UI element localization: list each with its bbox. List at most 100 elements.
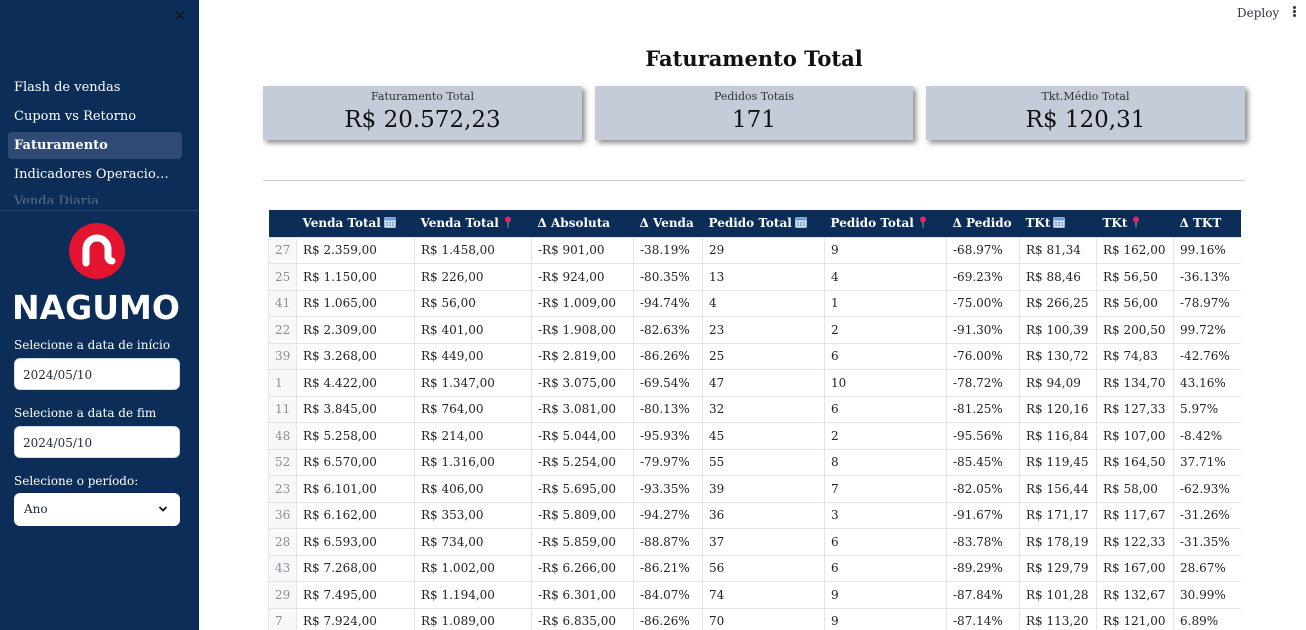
start-date-label: Selecione a data de início bbox=[14, 338, 171, 352]
table-cell: -78.72% bbox=[946, 369, 1020, 397]
table-cell: 74 bbox=[702, 581, 825, 609]
table-row[interactable]: 1 R$ 4.422,00 R$ 1.347,00 -R$ 3.075,00 -69.5… bbox=[268, 369, 1241, 397]
table-cell: R$ 107,00 bbox=[1096, 422, 1174, 450]
metric-label: Faturamento Total bbox=[371, 90, 474, 103]
calendar-icon bbox=[1053, 216, 1066, 231]
table-row[interactable]: 7 R$ 7.924,00 R$ 1.089,00 -R$ 6.835,00 -86.2… bbox=[268, 607, 1241, 630]
table-cell: R$ 56,00 bbox=[414, 289, 532, 317]
table-row[interactable]: 28 R$ 6.593,00 R$ 734,00 -R$ 5.859,00 -88.87… bbox=[268, 528, 1241, 556]
column-header[interactable]: Δ Absoluta bbox=[531, 210, 634, 237]
table-cell: R$ 56,00 bbox=[1096, 289, 1174, 317]
table-cell: R$ 6.570,00 bbox=[296, 448, 415, 476]
row-index-cell: 48 bbox=[268, 422, 297, 450]
deploy-button[interactable]: Deploy bbox=[1237, 6, 1279, 20]
start-date-input[interactable]: 2024/05/10 bbox=[14, 358, 180, 390]
table-header-row: Venda Total Venda Total Δ Absoluta Δ Venda P… bbox=[268, 210, 1241, 237]
column-header[interactable]: Δ Pedido bbox=[946, 210, 1020, 237]
table-cell: 7 bbox=[824, 475, 947, 503]
table-cell: 9 bbox=[824, 581, 947, 609]
metric-label: Pedidos Totais bbox=[713, 90, 795, 103]
table-row[interactable]: 36 R$ 6.162,00 R$ 353,00 -R$ 5.809,00 -94.27… bbox=[268, 501, 1241, 529]
table-cell: R$ 171,17 bbox=[1019, 501, 1097, 529]
table-cell: -86.26% bbox=[633, 607, 703, 630]
table-cell: R$ 734,00 bbox=[414, 528, 532, 556]
sidebar-item-indicadores-operacionais[interactable]: Indicadores Operacionais ... bbox=[8, 161, 182, 188]
table-row[interactable]: 41 R$ 1.065,00 R$ 56,00 -R$ 1.009,00 -94.74%… bbox=[268, 289, 1241, 317]
table-cell: 55 bbox=[702, 448, 825, 476]
table-cell: R$ 266,25 bbox=[1019, 289, 1097, 317]
table-row[interactable]: 43 R$ 7.268,00 R$ 1.002,00 -R$ 6.266,00 -86.… bbox=[268, 554, 1241, 582]
sidebar-item-cupom-vs-retorno[interactable]: Cupom vs Retorno bbox=[8, 103, 182, 130]
table-cell: R$ 122,33 bbox=[1096, 528, 1174, 556]
table-cell: -82.63% bbox=[633, 316, 703, 344]
sidebar-item-faturamento[interactable]: Faturamento bbox=[8, 132, 182, 159]
row-index-cell: 27 bbox=[268, 236, 297, 264]
table-cell: R$ 178,19 bbox=[1019, 528, 1097, 556]
table-row[interactable]: 48 R$ 5.258,00 R$ 214,00 -R$ 5.044,00 -95.93… bbox=[268, 422, 1241, 450]
table-cell: -79.97% bbox=[633, 448, 703, 476]
row-index-cell: 23 bbox=[268, 475, 297, 503]
table-cell: R$ 132,67 bbox=[1096, 581, 1174, 609]
table-cell: -36.13% bbox=[1173, 263, 1241, 291]
table-cell: R$ 226,00 bbox=[414, 263, 532, 291]
end-date-label: Selecione a data de fim bbox=[14, 406, 157, 420]
period-select[interactable]: Ano bbox=[14, 493, 180, 526]
table-cell: 39 bbox=[702, 475, 825, 503]
table-cell: -R$ 2.819,00 bbox=[531, 342, 634, 370]
pin-icon bbox=[502, 216, 514, 231]
table-cell: R$ 406,00 bbox=[414, 475, 532, 503]
column-header[interactable]: Pedido Total bbox=[702, 210, 825, 237]
column-header[interactable]: Venda Total bbox=[414, 210, 532, 237]
table-cell: -93.35% bbox=[633, 475, 703, 503]
table-cell: 30.99% bbox=[1173, 581, 1241, 609]
table-cell: 6 bbox=[824, 395, 947, 423]
table-cell: -95.93% bbox=[633, 422, 703, 450]
pin-icon bbox=[1130, 216, 1142, 231]
table-row[interactable]: 39 R$ 3.268,00 R$ 449,00 -R$ 2.819,00 -86.26… bbox=[268, 342, 1241, 370]
sidebar-item-flash-de-vendas[interactable]: Flash de vendas bbox=[8, 74, 182, 101]
table-cell: R$ 134,70 bbox=[1096, 369, 1174, 397]
table-cell: -R$ 1.009,00 bbox=[531, 289, 634, 317]
table-cell: R$ 121,00 bbox=[1096, 607, 1174, 630]
table-row[interactable]: 22 R$ 2.309,00 R$ 401,00 -R$ 1.908,00 -82.63… bbox=[268, 316, 1241, 344]
table-cell: 99.16% bbox=[1173, 236, 1241, 264]
column-header[interactable]: Δ TKT bbox=[1173, 210, 1241, 237]
column-header[interactable]: Venda Total bbox=[296, 210, 415, 237]
sidebar-item-venda-diaria[interactable]: Venda Diaria bbox=[8, 190, 182, 204]
column-header[interactable]: Pedido Total bbox=[824, 210, 947, 237]
row-index-cell: 39 bbox=[268, 342, 297, 370]
table-cell: -68.97% bbox=[946, 236, 1020, 264]
kebab-menu-icon[interactable] bbox=[1290, 5, 1298, 21]
table-cell: -31.35% bbox=[1173, 528, 1241, 556]
column-header-label: Pedido Total bbox=[830, 215, 914, 230]
close-icon[interactable]: × bbox=[173, 7, 187, 23]
table-cell: -86.26% bbox=[633, 342, 703, 370]
column-header[interactable]: TKt bbox=[1019, 210, 1097, 237]
column-header[interactable]: Δ Venda bbox=[633, 210, 703, 237]
faturamento-table-container[interactable]: Venda Total Venda Total Δ Absoluta Δ Venda P… bbox=[268, 210, 1241, 630]
page-title: Faturamento Total bbox=[645, 46, 863, 71]
table-cell: R$ 167,00 bbox=[1096, 554, 1174, 582]
column-header-label: Venda Total bbox=[302, 215, 381, 230]
table-cell: 2 bbox=[824, 422, 947, 450]
table-cell: R$ 1.150,00 bbox=[296, 263, 415, 291]
table-row[interactable]: 23 R$ 6.101,00 R$ 406,00 -R$ 5.695,00 -93.35… bbox=[268, 475, 1241, 503]
table-cell: -94.27% bbox=[633, 501, 703, 529]
table-cell: -95.56% bbox=[946, 422, 1020, 450]
table-cell: 56 bbox=[702, 554, 825, 582]
table-row[interactable]: 27 R$ 2.359,00 R$ 1.458,00 -R$ 901,00 -38.19… bbox=[268, 236, 1241, 264]
table-row[interactable]: 25 R$ 1.150,00 R$ 226,00 -R$ 924,00 -80.35% 1… bbox=[268, 263, 1241, 291]
pin-icon bbox=[917, 216, 929, 231]
end-date-input[interactable]: 2024/05/10 bbox=[14, 426, 180, 458]
table-row[interactable]: 11 R$ 3.845,00 R$ 764,00 -R$ 3.081,00 -80.13… bbox=[268, 395, 1241, 423]
row-index-cell: 1 bbox=[268, 369, 297, 397]
table-row[interactable]: 52 R$ 6.570,00 R$ 1.316,00 -R$ 5.254,00 -79.… bbox=[268, 448, 1241, 476]
table-cell: R$ 1.458,00 bbox=[414, 236, 532, 264]
table-cell: 2 bbox=[824, 316, 947, 344]
table-cell: R$ 1.002,00 bbox=[414, 554, 532, 582]
table-row[interactable]: 29 R$ 7.495,00 R$ 1.194,00 -R$ 6.301,00 -84.… bbox=[268, 581, 1241, 609]
table-cell: -85.45% bbox=[946, 448, 1020, 476]
column-header[interactable]: TKt bbox=[1096, 210, 1174, 237]
table-cell: -R$ 5.254,00 bbox=[531, 448, 634, 476]
table-cell: -R$ 901,00 bbox=[531, 236, 634, 264]
